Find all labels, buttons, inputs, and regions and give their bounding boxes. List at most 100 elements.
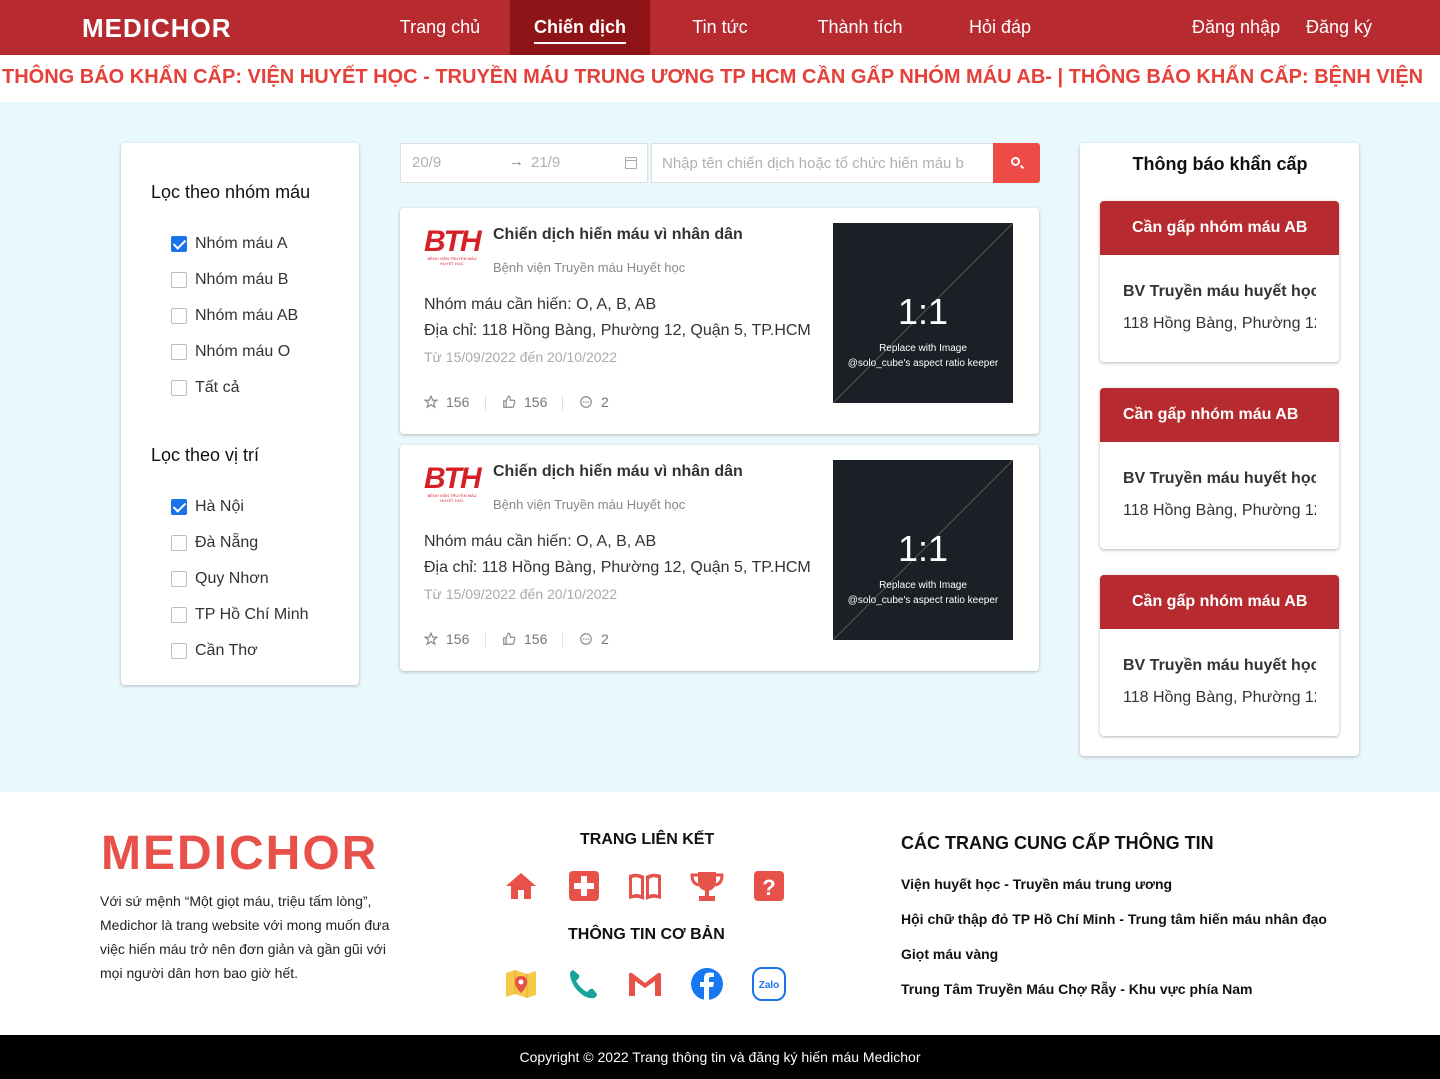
zalo-icon-text: Zalo	[759, 980, 780, 991]
campaign-card[interactable]: BTH BỆNH VIỆN TRUYỀN MÁU HUYẾT HỌC Chiến…	[400, 208, 1039, 434]
checkbox[interactable]	[171, 607, 187, 623]
copyright: Copyright © 2022 Trang thông tin và đăng…	[0, 1035, 1440, 1079]
checkbox-label: Nhóm máu AB	[195, 307, 299, 324]
comment-count: 2	[601, 394, 609, 410]
nav-campaigns-label: Chiến dịch	[533, 17, 626, 44]
thumbs-up-icon	[503, 395, 516, 408]
star-icon	[424, 395, 438, 409]
blood-option-a[interactable]: Nhóm máu A	[171, 234, 287, 254]
blood-option-b[interactable]: Nhóm máu B	[171, 270, 288, 290]
svg-text:?: ?	[762, 875, 775, 900]
emergency-hospital: BV Truyền máu huyết học	[1123, 657, 1316, 674]
star-count: 156	[446, 394, 470, 410]
login-link[interactable]: Đăng nhập	[1192, 0, 1280, 55]
date-to[interactable]: 21/9	[531, 154, 560, 171]
provider-link[interactable]: Hội chữ thập đỏ TP Hồ Chí Minh - Trung t…	[901, 911, 1327, 927]
like-count: 156	[524, 631, 548, 647]
checkbox-label: Cần Thơ	[195, 642, 258, 659]
location-option-hcm[interactable]: TP Hồ Chí Minh	[171, 605, 309, 625]
blood-option-ab[interactable]: Nhóm máu AB	[171, 306, 298, 326]
search-input[interactable]	[652, 144, 993, 182]
blood-option-o[interactable]: Nhóm máu O	[171, 342, 290, 362]
like-stat[interactable]: 156	[502, 394, 547, 410]
checkbox[interactable]	[171, 272, 187, 288]
location-option-hanoi[interactable]: Hà Nội	[171, 497, 244, 517]
location-option-cantho[interactable]: Cần Thơ	[171, 641, 258, 661]
trophy-icon[interactable]	[689, 868, 725, 904]
nav-faq[interactable]: Hỏi đáp	[950, 0, 1050, 55]
emergency-address: 118 Hồng Bàng, Phường 12	[1123, 502, 1316, 519]
campaign-org: Bệnh viện Truyền máu Huyết học	[493, 497, 686, 512]
search-box	[651, 143, 994, 183]
location-option-danang[interactable]: Đà Nẵng	[171, 533, 258, 553]
nav-achievements[interactable]: Thành tích	[800, 0, 920, 55]
phone-icon[interactable]	[566, 966, 602, 1002]
emergency-panel: Thông báo khẩn cấp Cần gấp nhóm máu AB B…	[1080, 143, 1359, 756]
marquee-text: THÔNG BÁO KHẨN CẤP: VIỆN HUYẾT HỌC - TRU…	[2, 66, 1424, 88]
search-button[interactable]	[993, 143, 1040, 183]
campaign-thumbnail[interactable]: 1:1 Replace with Image @solo_cube's aspe…	[833, 223, 1013, 403]
star-count: 156	[446, 631, 470, 647]
gmail-icon[interactable]	[627, 966, 663, 1002]
campaign-thumbnail[interactable]: 1:1 Replace with Image @solo_cube's aspe…	[833, 460, 1013, 640]
provider-link[interactable]: Trung Tâm Truyền Máu Chợ Rẫy - Khu vực p…	[901, 981, 1252, 997]
footer-logo[interactable]: MEDICHOR	[101, 826, 378, 881]
org-logo-subtext: BỆNH VIỆN TRUYỀN MÁU HUYẾT HỌC	[427, 256, 477, 266]
campaign-card[interactable]: BTH BỆNH VIỆN TRUYỀN MÁU HUYẾT HỌC Chiến…	[400, 445, 1039, 671]
checkbox-label: TP Hồ Chí Minh	[195, 606, 309, 623]
divider	[485, 396, 486, 410]
comment-stat[interactable]: 2	[579, 631, 609, 647]
facebook-icon[interactable]	[689, 966, 725, 1002]
checkbox[interactable]	[171, 499, 187, 515]
like-stat[interactable]: 156	[502, 631, 547, 647]
checkbox-label: Quy Nhơn	[195, 570, 269, 587]
org-logo-subtext: BỆNH VIỆN TRUYỀN MÁU HUYẾT HỌC	[427, 493, 477, 503]
basic-info-title: THÔNG TIN CƠ BẢN	[568, 926, 725, 943]
provider-link[interactable]: Viện huyết học - Truyền máu trung ương	[901, 876, 1172, 892]
checkbox[interactable]	[171, 571, 187, 587]
comment-icon	[580, 633, 592, 645]
map-icon[interactable]	[503, 966, 539, 1002]
medical-cross-icon[interactable]	[566, 868, 602, 904]
thumbnail-ratio: 1:1	[897, 528, 949, 569]
checkbox[interactable]	[171, 236, 187, 252]
thumbnail-credit: @solo_cube's aspect ratio keeper	[847, 595, 999, 606]
location-option-quynhon[interactable]: Quy Nhơn	[171, 569, 269, 589]
star-stat[interactable]: 156	[424, 394, 469, 410]
links-title: TRANG LIÊN KẾT	[580, 831, 715, 848]
emergency-marquee: THÔNG BÁO KHẨN CẤP: VIỆN HUYẾT HỌC - TRU…	[0, 55, 1440, 102]
blood-option-all[interactable]: Tất cả	[171, 378, 239, 398]
date-from[interactable]: 20/9	[412, 154, 441, 171]
home-icon[interactable]	[503, 868, 539, 904]
checkbox[interactable]	[171, 535, 187, 551]
comment-stat[interactable]: 2	[579, 394, 609, 410]
date-range-picker[interactable]: 20/9 → 21/9	[400, 143, 648, 183]
checkbox[interactable]	[171, 380, 187, 396]
register-link[interactable]: Đăng ký	[1306, 0, 1372, 55]
calendar-icon[interactable]	[625, 157, 637, 169]
checkbox[interactable]	[171, 308, 187, 324]
nav-faq-label: Hỏi đáp	[968, 17, 1032, 37]
nav-campaigns[interactable]: Chiến dịch	[510, 0, 650, 55]
emergency-card-title: Cần gấp nhóm máu AB	[1100, 201, 1339, 255]
nav-news[interactable]: Tin tức	[670, 0, 770, 55]
org-logo-text: BTH	[424, 225, 482, 258]
checkbox[interactable]	[171, 643, 187, 659]
emergency-hospital: BV Truyền máu huyết học	[1123, 470, 1316, 487]
thumbnail-caption: Replace with Image	[879, 343, 967, 354]
campaign-address: Địa chỉ: 118 Hồng Bàng, Phường 12, Quận …	[424, 322, 811, 339]
zalo-icon[interactable]: Zalo	[751, 966, 787, 1002]
emergency-card[interactable]: Cần gấp nhóm máu AB BV Truyền máu huyết …	[1100, 201, 1339, 362]
nav-home[interactable]: Trang chủ	[380, 0, 500, 55]
emergency-card[interactable]: Cần gấp nhóm máu AB BV Truyền máu huyết …	[1100, 575, 1339, 736]
provider-link[interactable]: Giọt máu vàng	[901, 946, 998, 962]
checkbox[interactable]	[171, 344, 187, 360]
emergency-card[interactable]: Cần gấp nhóm máu AB BV Truyền máu huyết …	[1100, 388, 1339, 549]
footer-mission: Với sứ mệnh “Một giọt máu, triệu tấm lòn…	[100, 893, 390, 981]
book-icon[interactable]	[627, 868, 663, 904]
campaign-title[interactable]: Chiến dịch hiến máu vì nhân dân	[493, 463, 743, 481]
site-logo[interactable]: MEDICHOR	[82, 13, 232, 44]
question-icon[interactable]: ?	[751, 868, 787, 904]
star-stat[interactable]: 156	[424, 631, 469, 647]
campaign-title[interactable]: Chiến dịch hiến máu vì nhân dân	[493, 226, 743, 244]
